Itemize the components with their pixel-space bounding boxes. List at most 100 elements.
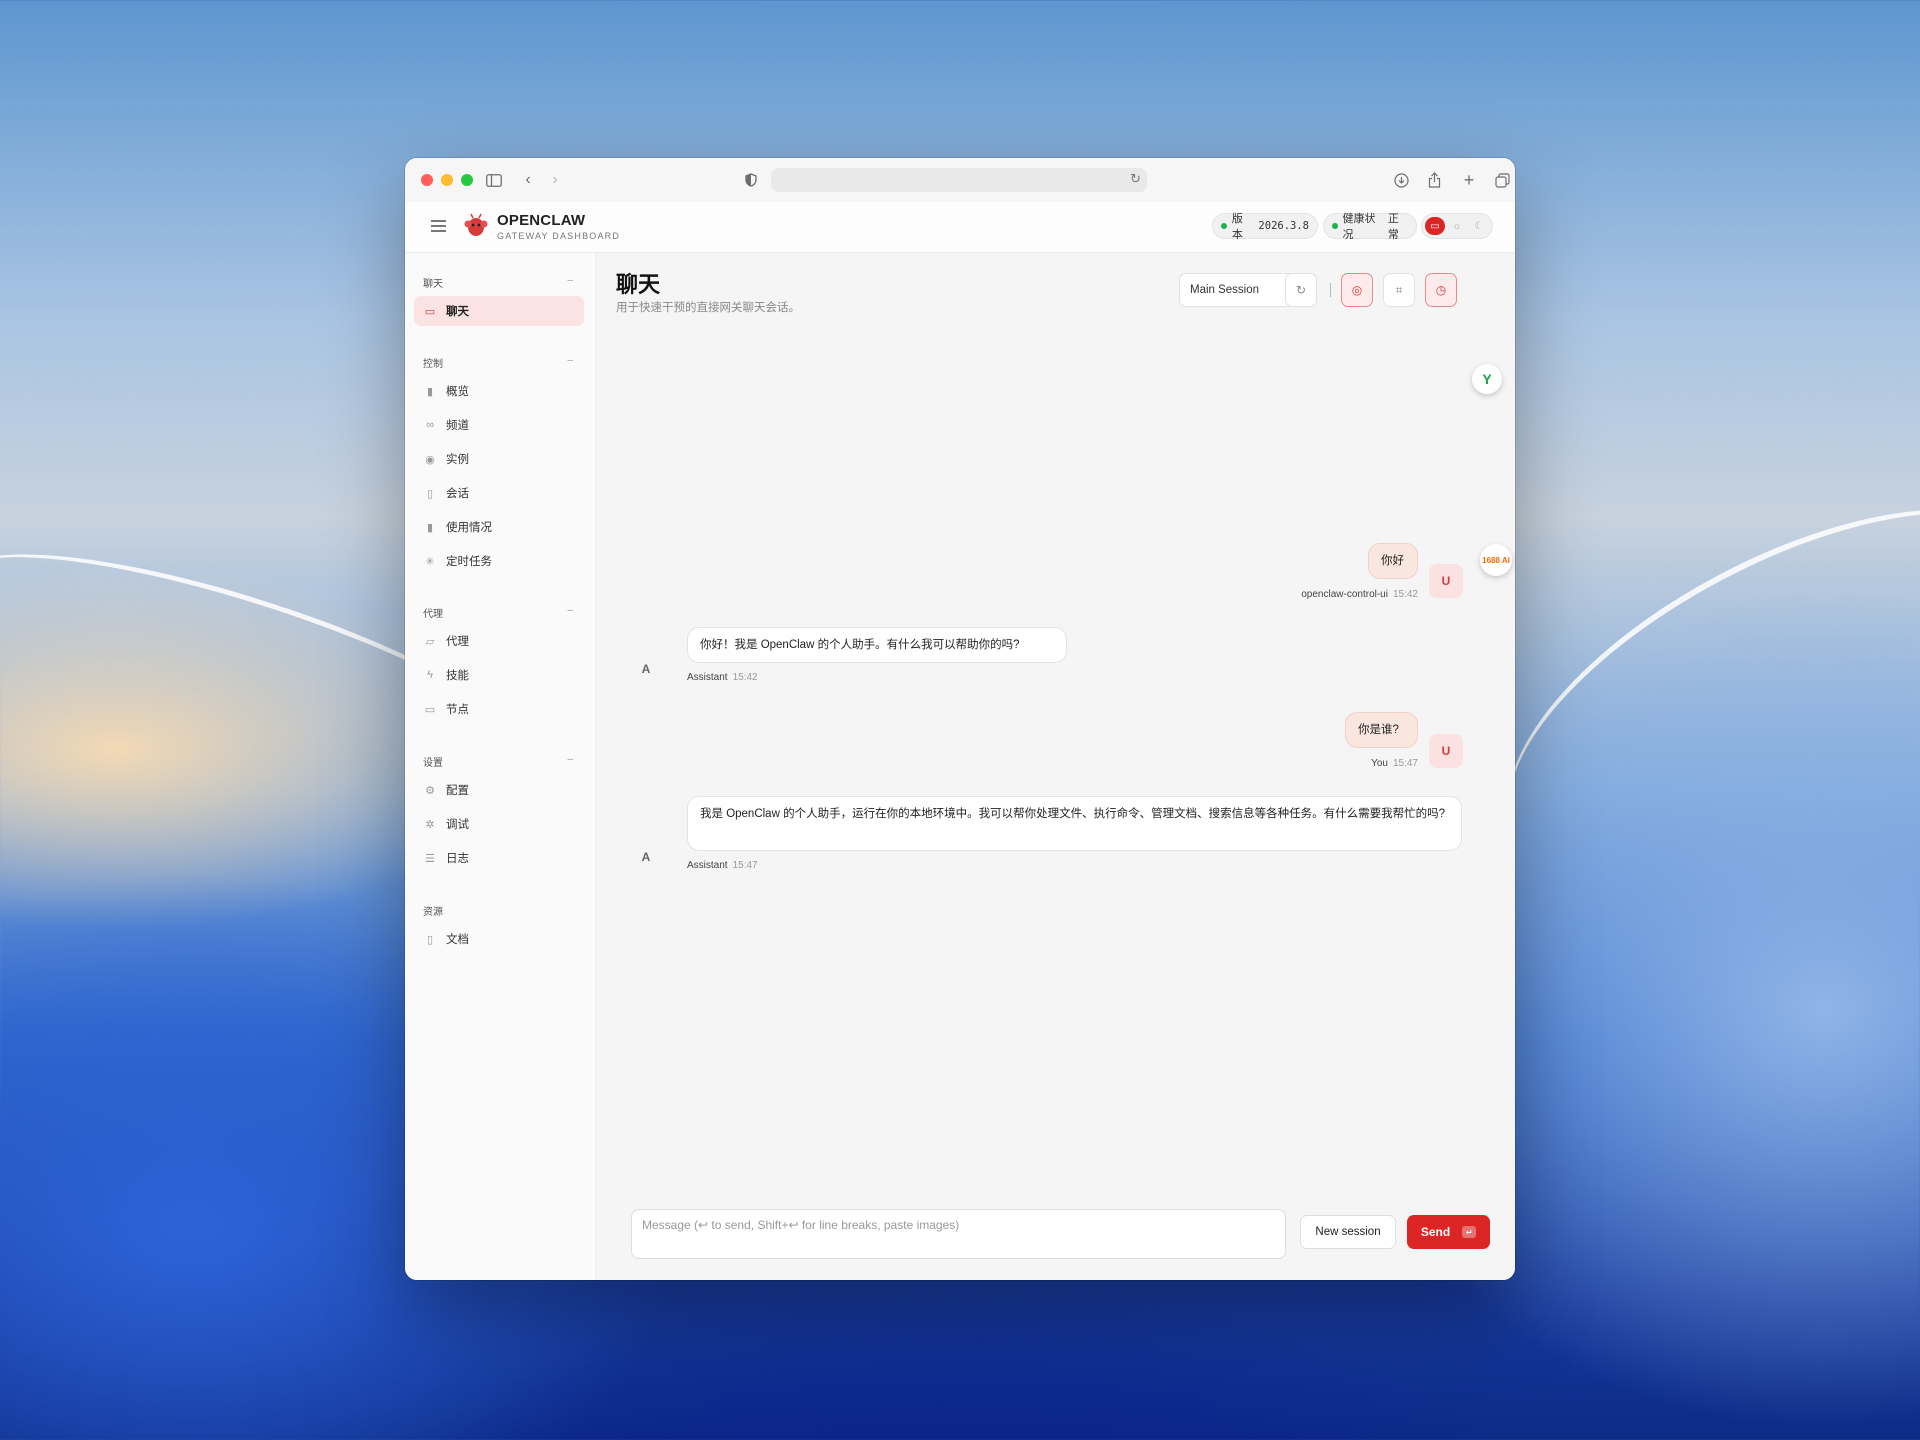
gear-icon: ⚙ [425,784,435,797]
sidebar-item-chat[interactable]: ▭ 聊天 [414,296,584,326]
page-subtitle: 用于快速干预的直接网关聊天会话。 [616,302,800,314]
chat-main: 聊天 用于快速干预的直接网关聊天会话。 Main Session ↻ ◎ ⌗ ◷… [596,253,1515,1280]
sidebar-item-label: 实例 [446,454,469,466]
message-text: 我是 OpenClaw 的个人助手，运行在你的本地环境中。我可以帮你处理文件、执… [700,808,1445,820]
tabs-overview-icon[interactable] [1491,169,1513,191]
sidebar-item-label: 代理 [446,636,469,648]
sidebar-section-settings[interactable]: 设置 – [423,754,583,769]
document-icon: ▯ [426,487,434,500]
collapse-icon[interactable]: – [567,754,573,765]
share-icon[interactable] [1423,169,1445,191]
close-window-button[interactable] [421,174,433,186]
sidebar-toggle-icon[interactable] [483,169,505,191]
sidebar-item-label: 调试 [446,819,469,831]
minimize-window-button[interactable] [441,174,453,186]
version-badge: 版本 2026.3.8 [1212,213,1318,241]
message-text: 你好！我是 OpenClaw 的个人助手。有什么我可以帮助你的吗? [700,639,1020,651]
refresh-button[interactable]: ↻ [1285,273,1317,307]
download-icon[interactable] [1390,169,1412,191]
privacy-shield-icon[interactable] [740,169,762,191]
sidebar-item-agents[interactable]: ▱ 代理 [414,626,584,656]
brand-name: OPENCLAW [497,212,586,229]
thinking-toggle-button[interactable]: ◎ [1341,273,1373,307]
health-badge: 健康状况 正常 [1323,213,1417,241]
focus-mode-button[interactable]: ⌗ [1383,273,1415,307]
message-time: 15:47 [1392,758,1418,769]
bug-icon: ✲ [425,818,435,831]
sidebar-section-agents[interactable]: 代理 – [423,605,583,620]
enter-key-icon: ↵ [1462,1226,1477,1238]
lightning-icon: ϟ [427,669,433,681]
app-header: OPENCLAW GATEWAY DASHBOARD 版本 2026.3.8 健… [405,202,1515,253]
message-icon: ▭ [424,305,436,318]
browser-window: ‹ › ↻ + OPENCLAW GATEWAY DASHBOARD 版本 20… [405,158,1515,1280]
openclaw-logo [463,213,489,239]
send-button[interactable]: Send ↵ [1407,1215,1490,1249]
section-title: 聊天 [423,279,443,290]
light-theme-icon[interactable]: ☼ [1447,217,1467,235]
sidebar-item-docs[interactable]: ▯ 文档 [414,924,584,954]
sidebar-item-label: 日志 [446,853,469,865]
user-message-bubble: 你是谁? [1345,712,1418,748]
zoom-window-button[interactable] [461,174,473,186]
sidebar-section-control[interactable]: 控制 – [423,355,583,370]
reload-icon[interactable]: ↻ [1130,171,1141,187]
back-icon[interactable]: ‹ [517,169,539,191]
bar-chart-icon: ▮ [426,385,434,398]
link-icon: ∞ [426,419,434,431]
wallpaper-swoosh [1452,434,1920,952]
brand-subtitle: GATEWAY DASHBOARD [497,231,621,241]
sidebar-item-skills[interactable]: ϟ 技能 [414,660,584,690]
sidebar-item-label: 频道 [446,420,469,432]
sidebar-item-logs[interactable]: ☰ 日志 [414,843,584,873]
radio-icon: ◉ [425,453,435,466]
collapse-icon[interactable]: – [567,355,573,366]
theme-switcher: ▭ ☼ ☾ [1421,213,1493,239]
sidebar-item-channels[interactable]: ∞ 频道 [414,410,584,440]
sidebar-item-config[interactable]: ⚙ 配置 [414,775,584,805]
sidebar-item-debug[interactable]: ✲ 调试 [414,809,584,839]
bar-chart-icon: ▮ [426,521,434,534]
system-theme-icon[interactable]: ▭ [1425,217,1445,235]
new-tab-icon[interactable]: + [1458,169,1480,191]
brain-icon: ◎ [1351,283,1363,297]
sidebar-item-label: 配置 [446,785,469,797]
forward-icon[interactable]: › [544,169,566,191]
version-value: 2026.3.8 [1258,220,1309,232]
message-time: 15:42 [1392,589,1418,600]
sidebar-item-usage[interactable]: ▮ 使用情况 [414,512,584,542]
sidebar-section-chat[interactable]: 聊天 – [423,275,583,290]
history-button[interactable]: ◷ [1425,273,1457,307]
sidebar: 聊天 – ▭ 聊天 控制 – ▮ 概览 ∞ 频道 ◉ 实例 ▯ 会话 ▮ 使用情况 ✳ 定时任务 … [405,253,596,1280]
collapse-icon[interactable]: – [567,275,573,286]
version-label: 版本 [1231,213,1243,241]
sidebar-item-label: 文档 [446,934,469,946]
clock-icon: ◷ [1435,283,1447,297]
message-meta: Assistant 15:42 [687,672,758,683]
dark-theme-icon[interactable]: ☾ [1469,217,1489,235]
sidebar-item-overview[interactable]: ▮ 概览 [414,376,584,406]
sidebar-item-cron[interactable]: ✳ 定时任务 [414,546,584,576]
sidebar-item-label: 会话 [446,488,469,500]
extension-y-icon[interactable]: Y [1472,364,1502,394]
collapse-icon[interactable]: – [567,605,573,616]
sidebar-item-instances[interactable]: ◉ 实例 [414,444,584,474]
menu-icon[interactable] [431,220,446,232]
section-title: 设置 [423,758,443,769]
status-dot [1332,223,1338,229]
sidebar-item-label: 定时任务 [446,556,492,568]
message-meta: Assistant 15:47 [687,860,758,871]
sidebar-item-nodes[interactable]: ▭ 节点 [414,694,584,724]
send-label: Send [1420,1225,1451,1239]
section-title: 资源 [423,907,443,918]
message-input[interactable]: Message (↩ to send, Shift+↩ for line bre… [631,1209,1286,1259]
session-select[interactable]: Main Session [1179,273,1299,307]
address-bar[interactable]: ↻ [771,168,1147,192]
sidebar-item-sessions[interactable]: ▯ 会话 [414,478,584,508]
extension-1688-ai-icon[interactable]: 1688 AI [1480,544,1512,576]
sidebar-item-label: 技能 [446,670,469,682]
message-sender: openclaw-control-ui [1301,589,1388,600]
health-value: 正常 [1387,213,1399,241]
message-time: 15:47 [732,860,758,871]
new-session-button[interactable]: New session [1300,1215,1396,1249]
